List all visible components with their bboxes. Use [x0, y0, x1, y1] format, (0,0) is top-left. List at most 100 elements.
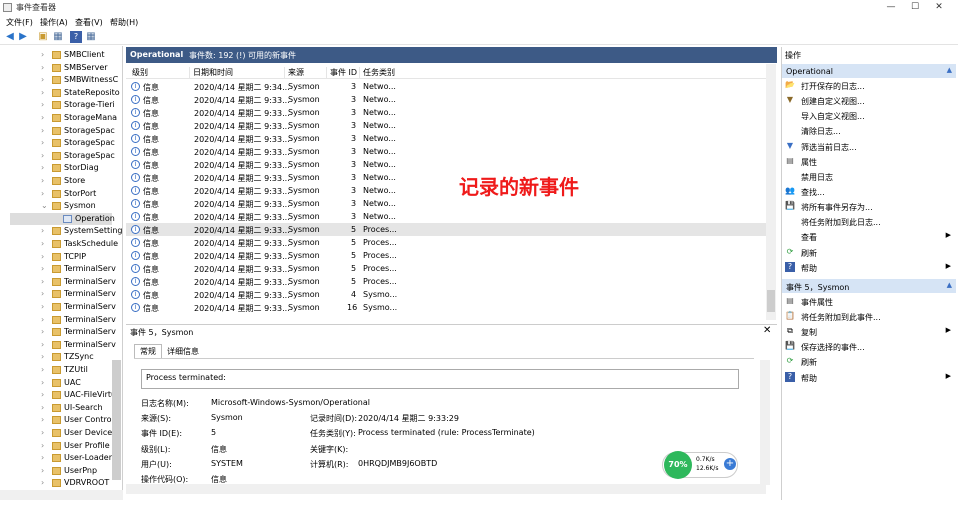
expand-chevron-icon[interactable]: › — [41, 226, 44, 235]
expand-chevron-icon[interactable]: › — [41, 403, 44, 412]
table-row[interactable]: i 信息 2020/4/14 星期二 9:33... Sysmon 3 Netwo... — [126, 119, 766, 132]
collapse-chevron-icon[interactable]: ⌄ — [41, 201, 48, 210]
expand-chevron-icon[interactable]: › — [41, 151, 44, 160]
tree-item[interactable]: › TerminalServ — [0, 276, 120, 289]
action-event-properties[interactable]: ▤ 事件属性 — [785, 295, 953, 309]
actions-section-operational[interactable]: Operational ▲ — [782, 64, 956, 78]
tree-item[interactable]: › User Profile S — [0, 440, 120, 453]
plus-icon[interactable]: + — [724, 458, 736, 470]
tree-item[interactable]: › SMBWitnessC — [0, 74, 120, 87]
tree-item[interactable]: › SMBServer — [0, 62, 120, 75]
tree-item[interactable]: › TerminalServ — [0, 339, 120, 352]
action-copy[interactable]: ⧉ 复制 ▶ — [785, 325, 953, 339]
tree-horizontal-scrollbar[interactable] — [0, 490, 123, 500]
expand-chevron-icon[interactable]: › — [41, 441, 44, 450]
action-view[interactable]: 查看 ▶ — [785, 230, 953, 244]
tree-item[interactable]: › TerminalServ — [0, 288, 120, 301]
forward-arrow-icon[interactable]: ▶ — [17, 31, 29, 43]
action-help[interactable]: ? 帮助 ▶ — [785, 261, 953, 275]
tree-item[interactable]: › Storage-Tieri — [0, 99, 120, 112]
action-attach-task-to-event[interactable]: 📋 将任务附加到此事件... — [785, 310, 953, 324]
expand-chevron-icon[interactable]: › — [41, 189, 44, 198]
tree-item[interactable]: › UI-Search — [0, 402, 120, 415]
detail-horizontal-scrollbar[interactable] — [126, 484, 766, 494]
tree-item[interactable]: › StorageSpac — [0, 125, 120, 138]
expand-chevron-icon[interactable]: › — [41, 340, 44, 349]
action-disable-log[interactable]: 禁用日志 — [785, 170, 953, 184]
expand-chevron-icon[interactable]: › — [41, 390, 44, 399]
tree-item-operational-selected[interactable]: Operation — [10, 212, 115, 226]
tree-item[interactable]: › StorPort — [0, 188, 120, 201]
expand-chevron-icon[interactable]: › — [41, 428, 44, 437]
detail-close-icon[interactable]: ✕ — [763, 325, 771, 336]
expand-chevron-icon[interactable]: › — [41, 277, 44, 286]
action-import-custom-view[interactable]: 导入自定义视图... — [785, 109, 953, 123]
table-row-selected[interactable]: i 信息 2020/4/14 星期二 9:33... Sysmon 5 Proces... — [126, 223, 766, 236]
menu-help[interactable]: 帮助(H) — [110, 17, 138, 28]
action-refresh[interactable]: ⟳ 刷新 — [785, 246, 953, 260]
table-row[interactable]: i 信息 2020/4/14 星期二 9:33... Sysmon 3 Netwo... — [126, 145, 766, 158]
table-row[interactable]: i 信息 2020/4/14 星期二 9:33... Sysmon 3 Netwo... — [126, 184, 766, 197]
tree-item[interactable]: › TCPIP — [0, 251, 120, 264]
events-scrollbar-thumb[interactable] — [767, 290, 775, 312]
tree-item[interactable]: › StorageSpac — [0, 150, 120, 163]
expand-chevron-icon[interactable]: › — [41, 176, 44, 185]
tree-item[interactable]: › TerminalServ — [0, 314, 120, 327]
tree-item[interactable]: › TZUtil — [0, 364, 120, 377]
tree-item[interactable]: › TZSync — [0, 351, 120, 364]
column-source[interactable]: 来源 — [284, 67, 304, 78]
expand-chevron-icon[interactable]: › — [41, 453, 44, 462]
menu-view[interactable]: 查看(V) — [75, 17, 103, 28]
tree-item[interactable]: › UserPnp — [0, 465, 120, 478]
expand-chevron-icon[interactable]: › — [41, 352, 44, 361]
action-open-saved-log[interactable]: 📂 打开保存的日志... — [785, 79, 953, 93]
tree-item[interactable]: › Store — [0, 175, 120, 188]
table-row[interactable]: i 信息 2020/4/14 星期二 9:33... Sysmon 5 Proces... — [126, 275, 766, 288]
tab-details[interactable]: 详细信息 — [164, 345, 202, 358]
expand-chevron-icon[interactable]: › — [41, 239, 44, 248]
tree-item[interactable]: › TerminalServ — [0, 326, 120, 339]
event-description[interactable]: Process terminated: — [141, 369, 739, 389]
table-row[interactable]: i 信息 2020/4/14 星期二 9:33... Sysmon 3 Netwo... — [126, 93, 766, 106]
expand-chevron-icon[interactable]: › — [41, 289, 44, 298]
show-hide-tree-icon[interactable]: ▦ — [52, 31, 64, 43]
expand-chevron-icon[interactable]: › — [41, 113, 44, 122]
show-hide-actions-icon[interactable]: ▦ — [85, 31, 97, 43]
tree-item[interactable]: › UAC — [0, 377, 120, 390]
tree-item[interactable]: › StorDiag — [0, 162, 120, 175]
tree-scrollbar[interactable] — [112, 360, 121, 480]
expand-chevron-icon[interactable]: › — [41, 415, 44, 424]
column-event-id[interactable]: 事件 ID — [326, 67, 357, 78]
tree-item[interactable]: › StorageSpac — [0, 137, 120, 150]
table-row[interactable]: i 信息 2020/4/14 星期二 9:33... Sysmon 5 Proces... — [126, 249, 766, 262]
expand-chevron-icon[interactable]: › — [41, 378, 44, 387]
tree-item[interactable]: › User-Loader — [0, 452, 120, 465]
table-row[interactable]: i 信息 2020/4/14 星期二 9:33... Sysmon 3 Netwo... — [126, 158, 766, 171]
folder-up-icon[interactable]: ▣ — [37, 31, 49, 43]
table-row[interactable]: i 信息 2020/4/14 星期二 9:33... Sysmon 5 Proces... — [126, 262, 766, 275]
expand-chevron-icon[interactable]: › — [41, 264, 44, 273]
tree-item[interactable]: › TaskSchedule — [0, 238, 120, 251]
back-arrow-icon[interactable]: ◀ — [4, 31, 16, 43]
tree-item[interactable]: › StateReposito — [0, 87, 120, 100]
table-row[interactable]: i 信息 2020/4/14 星期二 9:33... Sysmon 3 Netwo... — [126, 197, 766, 210]
tree-item[interactable]: › TerminalServ — [0, 301, 120, 314]
expand-chevron-icon[interactable]: › — [41, 302, 44, 311]
expand-chevron-icon[interactable]: › — [41, 252, 44, 261]
close-button[interactable]: ✕ — [916, 0, 958, 15]
tree-item[interactable]: › SystemSetting — [0, 225, 122, 238]
table-row[interactable]: i 信息 2020/4/14 星期二 9:33... Sysmon 4 Sysmo... — [126, 288, 766, 301]
table-row[interactable]: i 信息 2020/4/14 星期二 9:33... Sysmon 5 Proces... — [126, 236, 766, 249]
action-filter-current-log[interactable]: ▼ 筛选当前日志... — [785, 140, 953, 154]
events-scrollbar[interactable] — [766, 64, 776, 320]
tree-item[interactable]: › UAC-FileVirtu — [0, 389, 120, 402]
expand-chevron-icon[interactable]: › — [41, 126, 44, 135]
tree-item-sysmon[interactable]: ⌄ Sysmon — [0, 200, 120, 213]
expand-chevron-icon[interactable]: › — [41, 315, 44, 324]
expand-chevron-icon[interactable]: › — [41, 466, 44, 475]
action-save-selected-events[interactable]: 💾 保存选择的事件... — [785, 340, 953, 354]
menu-action[interactable]: 操作(A) — [40, 17, 68, 28]
column-date[interactable]: 日期和时间 — [189, 67, 233, 78]
tree-item[interactable]: › TerminalServ — [0, 263, 120, 276]
tree-item[interactable]: › SMBClient — [0, 49, 120, 62]
